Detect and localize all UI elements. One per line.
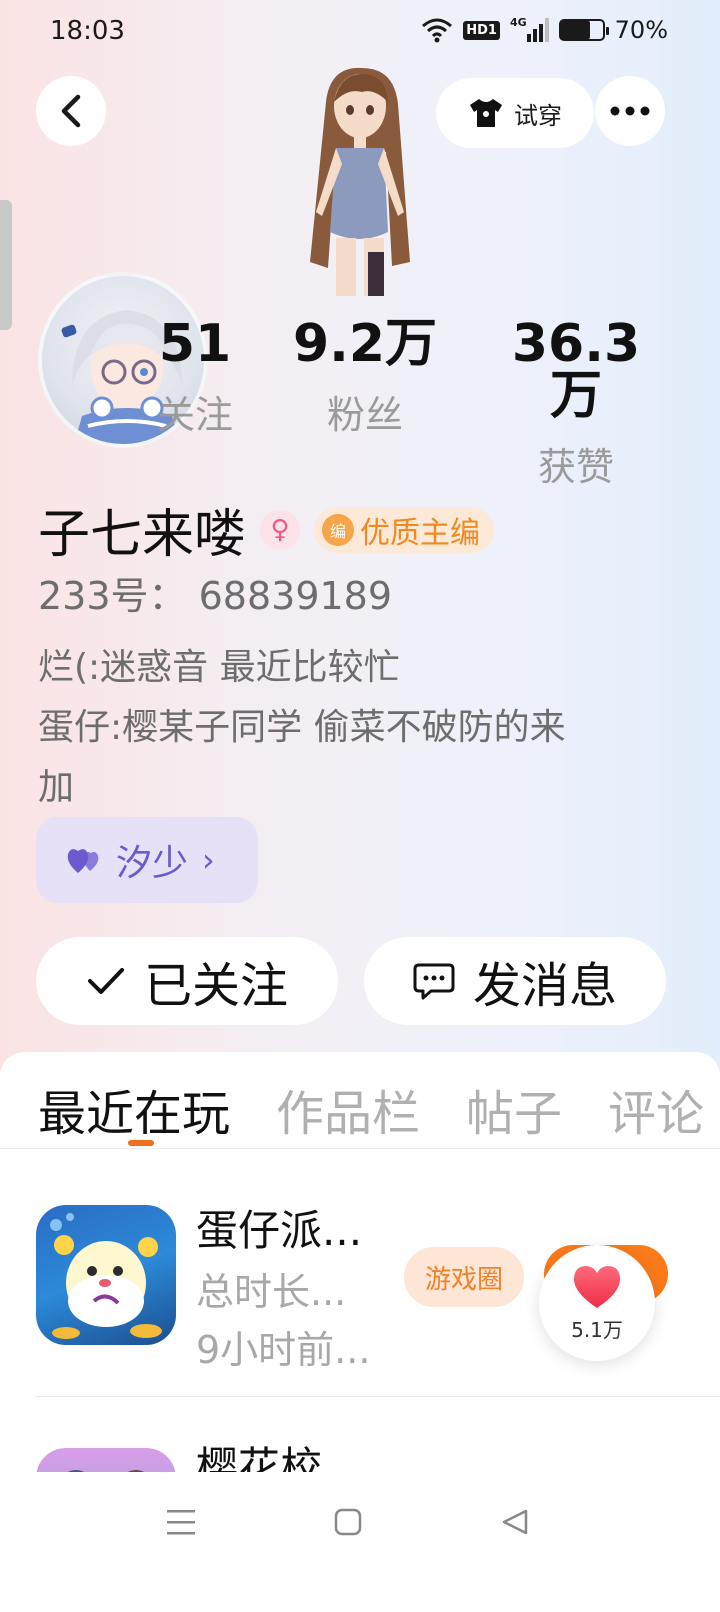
bonded-friend-chip[interactable]: 汐少 › bbox=[36, 817, 258, 903]
bio-line: 蛋仔:樱某子同学 偷菜不破防的来 bbox=[38, 707, 566, 748]
status-icons: HD1 4G 70% bbox=[421, 16, 668, 44]
game-icon-eggy-party[interactable] bbox=[36, 1205, 176, 1345]
editor-badge-icon: 编 bbox=[322, 513, 355, 546]
heart-icon bbox=[573, 1265, 621, 1308]
user-id: 233号： 68839189 bbox=[38, 574, 393, 618]
battery-percent: 70% bbox=[614, 16, 668, 44]
tab-comments[interactable]: 评论 bbox=[608, 1074, 704, 1144]
more-options-button[interactable] bbox=[595, 76, 665, 146]
female-gender-icon: ♀ bbox=[260, 509, 301, 550]
chevron-right-icon: › bbox=[202, 841, 215, 879]
double-heart-icon bbox=[67, 849, 99, 873]
game-total-duration: 总时长... bbox=[196, 1270, 347, 1314]
followed-button[interactable]: 已关注 bbox=[36, 937, 338, 1025]
tab-posts[interactable]: 帖子 bbox=[466, 1074, 562, 1144]
like-count: 5.1万 bbox=[571, 1317, 623, 1342]
name-row: 子七来喽 ♀ 编 优质主编 bbox=[38, 492, 495, 567]
active-tab-indicator bbox=[128, 1140, 154, 1146]
friend-name: 汐少 bbox=[116, 843, 189, 884]
game-circle-button[interactable]: 游戏圈 bbox=[404, 1247, 524, 1307]
like-floating-button[interactable]: 5.1万 bbox=[539, 1245, 655, 1361]
game-last-played: 9小时前... bbox=[196, 1328, 371, 1372]
bio-line: 加 bbox=[38, 767, 75, 808]
game-icon-sakura-school[interactable] bbox=[36, 1448, 176, 1474]
game-title: 樱花校... bbox=[196, 1443, 363, 1474]
back-nav-button[interactable] bbox=[500, 1508, 530, 1540]
triangle-back-icon bbox=[502, 1509, 528, 1535]
square-home-icon bbox=[334, 1508, 362, 1536]
tshirt-icon bbox=[470, 99, 502, 127]
divider bbox=[36, 1396, 720, 1397]
followed-label: 已关注 bbox=[143, 958, 288, 1014]
stat-likes[interactable]: 36.3万 获赞 bbox=[486, 318, 666, 491]
wifi-icon bbox=[421, 17, 453, 43]
try-on-button[interactable]: 试穿 bbox=[436, 78, 594, 148]
tab-recently-played[interactable]: 最近在玩 bbox=[38, 1074, 230, 1144]
username: 子七来喽 bbox=[38, 505, 247, 565]
quality-badge-label: 优质主编 bbox=[360, 515, 481, 551]
stat-following[interactable]: 51 关注 bbox=[150, 318, 240, 439]
profile-tabs: 最近在玩 作品栏 帖子 评论 bbox=[38, 1074, 704, 1144]
status-bar: 18:03 HD1 4G 70% bbox=[0, 0, 720, 66]
battery-level-fill bbox=[560, 21, 591, 39]
stat-followers[interactable]: 9.2万 粉丝 bbox=[290, 318, 440, 439]
menu-icon bbox=[167, 1510, 195, 1535]
divider bbox=[0, 1148, 720, 1149]
more-dots-icon bbox=[610, 106, 650, 116]
quality-editor-badge[interactable]: 编 优质主编 bbox=[314, 506, 495, 553]
message-icon bbox=[413, 963, 455, 1000]
bio: 烂(:迷惑音 最近比较忙 蛋仔:樱某子同学 偷菜不破防的来 加 bbox=[38, 638, 678, 818]
system-navigation-bar bbox=[0, 1472, 720, 1612]
hd-icon: HD1 bbox=[463, 20, 500, 40]
send-message-button[interactable]: 发消息 bbox=[364, 937, 666, 1025]
game-title: 蛋仔派... bbox=[196, 1206, 363, 1255]
status-time: 18:03 bbox=[50, 16, 125, 46]
tab-works[interactable]: 作品栏 bbox=[276, 1074, 420, 1144]
bio-line: 烂(:迷惑音 最近比较忙 bbox=[38, 647, 400, 688]
side-drawer-handle[interactable] bbox=[0, 200, 12, 330]
menu-nav-button[interactable] bbox=[166, 1508, 196, 1540]
home-nav-button[interactable] bbox=[334, 1508, 362, 1540]
send-message-label: 发消息 bbox=[472, 958, 617, 1014]
list-item[interactable]: 樱花校... bbox=[36, 1434, 716, 1474]
try-on-label: 试穿 bbox=[514, 101, 562, 130]
check-icon bbox=[87, 968, 124, 994]
chevron-left-icon bbox=[61, 94, 81, 128]
battery-icon bbox=[558, 19, 609, 41]
back-button[interactable] bbox=[36, 76, 106, 146]
signal-icon: 4G bbox=[510, 16, 549, 42]
avatar-character-model bbox=[270, 62, 450, 302]
